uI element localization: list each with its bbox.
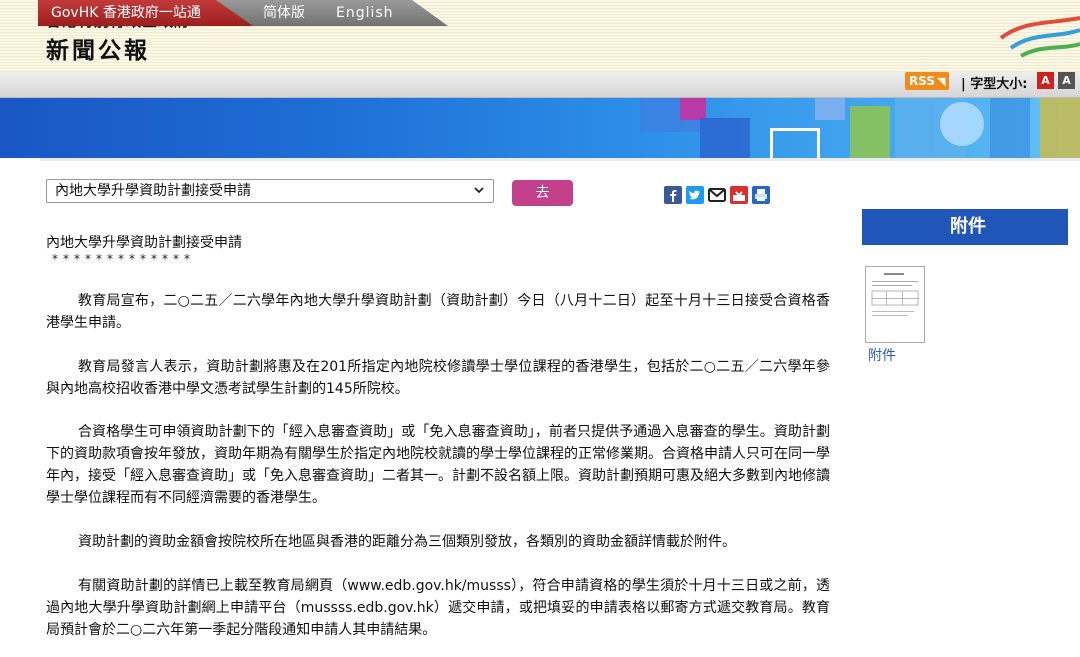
rss-label: RSS xyxy=(909,74,935,88)
facebook-icon[interactable] xyxy=(664,186,682,204)
edb-webpage-link[interactable]: www.edb.gov.hk/musss xyxy=(347,578,511,594)
paragraph-4: 資助計劃的資助金額會按院校所在地區與香港的距離分為三個類別發放，各類別的資助金額… xyxy=(78,534,736,550)
paragraph-3: 合資格學生可申領資助計劃下的「經入息審查資助」或「免入息審查資助」，前者只提供予… xyxy=(46,424,830,506)
paragraph-5-text-1: 有關資助計劃的詳情已上載至教育局網頁（ xyxy=(78,578,348,594)
twitter-icon[interactable] xyxy=(686,186,704,204)
rss-button[interactable]: RSS ◥ xyxy=(905,72,950,90)
english-link[interactable]: English xyxy=(336,0,394,27)
press-release-headline: 內地大學升學資助計劃接受申請 xyxy=(46,235,242,251)
stars-divider: ************* xyxy=(52,252,195,266)
attachment-thumbnail[interactable] xyxy=(865,266,925,343)
press-release-select-value: 內地大學升學資助計劃接受申請 xyxy=(55,183,251,199)
govhk-link[interactable]: GovHK 香港政府一站通 xyxy=(38,0,253,26)
header-banner xyxy=(0,98,1080,158)
page-title: 新聞公報 xyxy=(46,38,150,64)
online-application-link[interactable]: mussss.edb.gov.hk xyxy=(301,600,434,616)
attachments-header: 附件 xyxy=(862,209,1068,245)
font-size-large-button[interactable]: A xyxy=(1058,72,1075,89)
email-icon[interactable] xyxy=(708,186,726,204)
paragraph-2: 教育局發言人表示，資助計劃將惠及在201所指定內地院校修讀學士學位課程的香港學生… xyxy=(46,359,830,397)
simplified-chinese-link[interactable]: 简体版 xyxy=(263,0,305,27)
hk-brand-logo-icon xyxy=(999,16,1080,58)
font-size-normal-button[interactable]: A xyxy=(1037,72,1054,89)
font-size-label: | 字型大小: xyxy=(961,77,1028,92)
chevron-down-icon xyxy=(474,187,484,194)
attachment-link[interactable]: 附件 xyxy=(868,345,896,365)
print-icon[interactable] xyxy=(752,186,770,204)
go-button[interactable]: 去 xyxy=(512,180,573,206)
document-preview-icon xyxy=(871,273,919,316)
download-icon[interactable] xyxy=(730,186,748,204)
press-release-select[interactable]: 內地大學升學資助計劃接受申請 xyxy=(46,179,494,203)
paragraph-5: 有關資助計劃的詳情已上載至教育局網頁（www.edb.gov.hk/musss）… xyxy=(46,575,830,641)
banner-divider xyxy=(40,158,1080,161)
rss-feed-icon: ◥ xyxy=(937,75,946,88)
paragraph-1: 教育局宣布，二○二五／二六學年內地大學升學資助計劃（資助計劃）今日（八月十二日）… xyxy=(46,293,830,331)
